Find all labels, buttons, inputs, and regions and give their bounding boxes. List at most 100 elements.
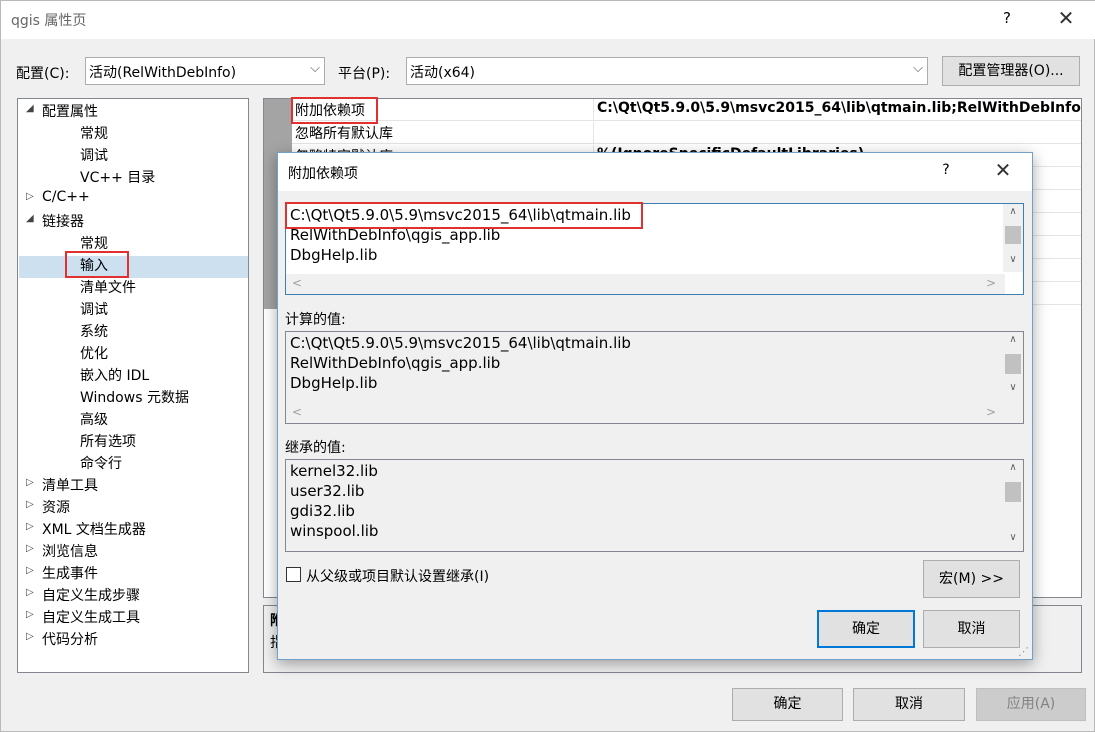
tree-item-label: 清单文件 (80, 280, 136, 296)
tree-item-label: 常规 (80, 236, 108, 252)
dialog-titlebar: 附加依赖项 ? ✕ (278, 153, 1032, 191)
inherited-values-label: 继承的值: (285, 440, 346, 456)
scroll-thumb[interactable] (1005, 226, 1021, 244)
property-name: 忽略所有默认库 (295, 126, 393, 142)
tree-item-label: 嵌入的 IDL (80, 368, 150, 384)
column-separator (593, 99, 594, 121)
additional-dependencies-dialog: 附加依赖项 ? ✕ C:\Qt\Qt5.9.0\5.9\msvc2015_64\… (277, 152, 1033, 660)
help-icon[interactable]: ? (938, 162, 954, 178)
tree-item-label: 高级 (80, 412, 108, 428)
highlight-box-first-line (285, 202, 643, 229)
inherited-line: gdi32.lib (290, 502, 355, 520)
tree-selection-highlight (19, 256, 248, 278)
property-value: C:\Qt\Qt5.9.0\5.9\msvc2015_64\lib\qtmain… (597, 100, 1082, 116)
tree-item-label: 调试 (80, 302, 108, 318)
scroll-down-icon[interactable]: ∨ (1003, 254, 1023, 265)
collapsed-arrow-icon[interactable]: ▷ (26, 543, 38, 554)
apply-button[interactable]: 应用(A) (976, 688, 1086, 721)
platform-combo[interactable]: 活动(x64) ⌵ (406, 57, 928, 85)
close-icon[interactable]: ✕ (1051, 6, 1081, 34)
config-combo[interactable]: 活动(RelWithDebInfo) ⌵ (85, 57, 325, 85)
expanded-arrow-icon[interactable]: ◢ (26, 213, 38, 224)
inherited-line: kernel32.lib (290, 462, 378, 480)
tree-item-label: 命令行 (80, 456, 122, 472)
inherited-line: user32.lib (290, 482, 365, 500)
tree-item-label: 生成事件 (42, 566, 98, 582)
category-tree: ◢ 配置属性 常规 调试 VC++ 目录 ▷ C/C++ ◢ 链接器 常规 输入 清单文件 调试 系统 优化… (17, 98, 249, 673)
tree-item-label: 调试 (80, 148, 108, 164)
help-icon[interactable]: ? (997, 9, 1017, 31)
scroll-thumb[interactable] (1005, 482, 1021, 502)
collapsed-arrow-icon[interactable]: ▷ (26, 477, 38, 488)
tree-item-label: 配置属性 (42, 104, 98, 120)
vertical-scrollbar[interactable]: ∧ ∨ (1003, 460, 1023, 551)
inherited-values-box: kernel32.lib user32.lib gdi32.lib winspo… (285, 459, 1024, 552)
scroll-left-icon[interactable]: < (292, 405, 302, 419)
ok-button[interactable]: 确定 (732, 688, 843, 721)
vertical-scrollbar[interactable]: ∧ ∨ (1003, 204, 1023, 272)
dialog-title: 附加依赖项 (288, 166, 358, 182)
tree-item-label: 常规 (80, 126, 108, 142)
tree-item-label: VC++ 目录 (80, 170, 156, 186)
tree-item-label: C/C++ (42, 189, 90, 205)
tree-item-label: 资源 (42, 500, 70, 516)
highlight-box-property-name (291, 97, 378, 124)
horizontal-scrollbar[interactable]: < > (286, 403, 1005, 423)
column-separator (593, 122, 594, 144)
collapsed-arrow-icon[interactable]: ▷ (26, 499, 38, 510)
tree-item-label: 所有选项 (80, 434, 136, 450)
inherit-checkbox[interactable] (286, 567, 301, 582)
dialog-cancel-button[interactable]: 取消 (923, 610, 1020, 648)
computed-values-label: 计算的值: (285, 312, 346, 328)
computed-values-box: C:\Qt\Qt5.9.0\5.9\msvc2015_64\lib\qtmain… (285, 331, 1024, 424)
tree-item-label: 系统 (80, 324, 108, 340)
config-label: 配置(C): (16, 66, 70, 82)
configuration-manager-button[interactable]: 配置管理器(O)... (942, 56, 1080, 86)
tree-item-label: 优化 (80, 346, 108, 362)
expanded-arrow-icon[interactable]: ◢ (26, 103, 38, 114)
scroll-right-icon[interactable]: > (986, 405, 996, 419)
tree-item-label: 代码分析 (42, 632, 98, 648)
macros-button[interactable]: 宏(M) >> (923, 560, 1020, 598)
scroll-down-icon[interactable]: ∨ (1003, 382, 1023, 393)
config-value: 活动(RelWithDebInfo) (89, 65, 237, 81)
tree-item-label: 浏览信息 (42, 544, 98, 560)
scroll-thumb[interactable] (1005, 354, 1021, 374)
tree-item-label: 清单工具 (42, 478, 98, 494)
scroll-left-icon[interactable]: < (292, 276, 302, 290)
tree-item-label: Windows 元数据 (80, 390, 189, 406)
chevron-down-icon: ⌵ (913, 61, 923, 76)
property-row-additional-dependencies[interactable]: 附加依赖项 C:\Qt\Qt5.9.0\5.9\msvc2015_64\lib\… (292, 99, 1082, 121)
computed-line: RelWithDebInfo\qgis_app.lib (290, 354, 501, 372)
collapsed-arrow-icon[interactable]: ▷ (26, 631, 38, 642)
collapsed-arrow-icon[interactable]: ▷ (26, 565, 38, 576)
inherit-checkbox-label[interactable]: 从父级或项目默认设置继承(I) (306, 566, 489, 586)
dialog-ok-button[interactable]: 确定 (817, 610, 915, 648)
resize-grip-icon[interactable]: ⋰ (1018, 645, 1029, 658)
close-icon[interactable]: ✕ (988, 158, 1018, 186)
edit-line: DbgHelp.lib (290, 246, 378, 264)
collapsed-arrow-icon[interactable]: ▷ (26, 587, 38, 598)
scroll-up-icon[interactable]: ∧ (1003, 334, 1023, 345)
scroll-up-icon[interactable]: ∧ (1003, 462, 1023, 473)
computed-line: C:\Qt\Qt5.9.0\5.9\msvc2015_64\lib\qtmain… (290, 334, 631, 352)
collapsed-arrow-icon[interactable]: ▷ (26, 609, 38, 620)
scroll-down-icon[interactable]: ∨ (1003, 532, 1023, 543)
scroll-up-icon[interactable]: ∧ (1003, 206, 1023, 217)
platform-label: 平台(P): (338, 66, 391, 82)
inherited-line: winspool.lib (290, 522, 379, 540)
highlight-box-input (65, 251, 129, 278)
platform-value: 活动(x64) (410, 65, 476, 81)
tree-item-label: XML 文档生成器 (42, 522, 146, 538)
computed-line: DbgHelp.lib (290, 374, 378, 392)
cancel-button[interactable]: 取消 (853, 688, 965, 721)
scroll-right-icon[interactable]: > (986, 276, 996, 290)
chevron-down-icon: ⌵ (310, 61, 320, 76)
window-titlebar: qgis 属性页 ? ✕ (1, 1, 1095, 39)
tree-item-label: 链接器 (42, 214, 84, 230)
collapsed-arrow-icon[interactable]: ▷ (26, 191, 38, 202)
property-row-ignore-all-default-libraries[interactable]: 忽略所有默认库 (292, 122, 1081, 144)
collapsed-arrow-icon[interactable]: ▷ (26, 521, 38, 532)
horizontal-scrollbar[interactable]: < > (286, 274, 1005, 294)
vertical-scrollbar[interactable]: ∧ ∨ (1003, 332, 1023, 402)
